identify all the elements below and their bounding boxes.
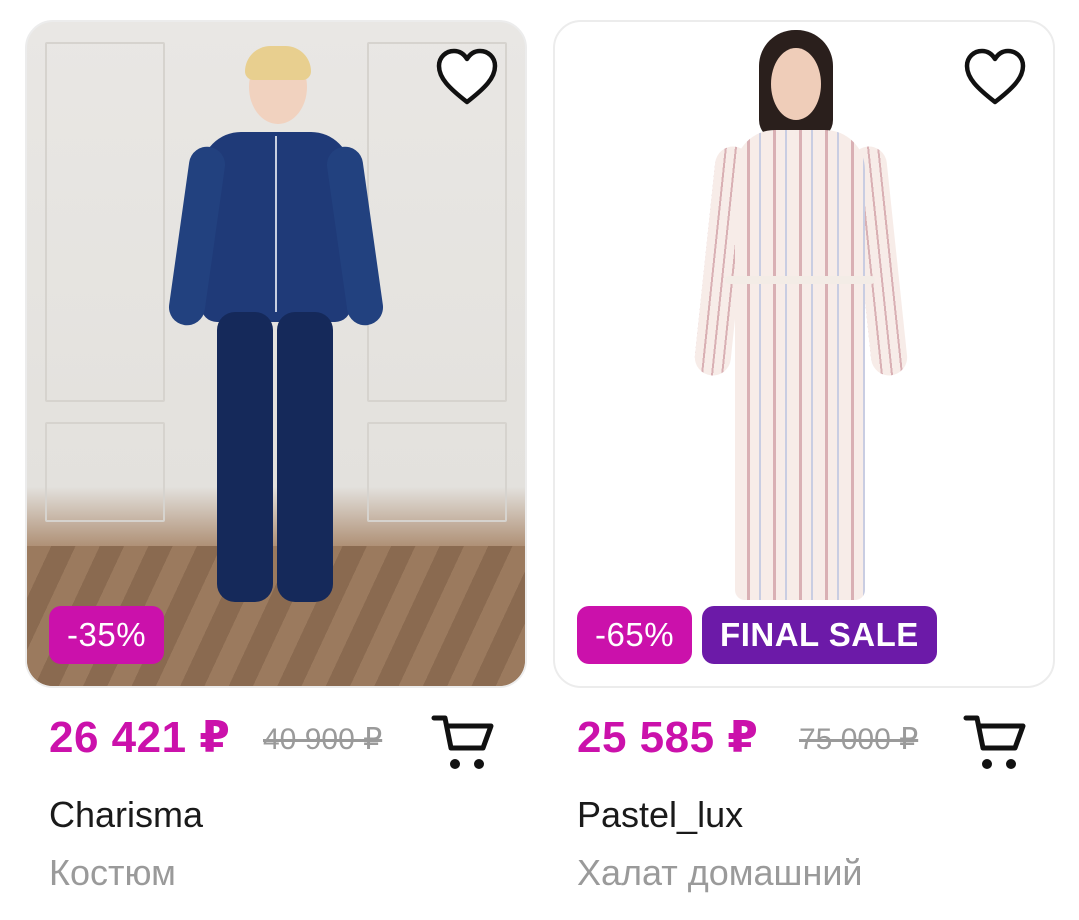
wall-panel: [45, 42, 165, 402]
product-image[interactable]: -65% FINAL SALE: [553, 20, 1055, 688]
badge-row: -65% FINAL SALE: [577, 606, 937, 664]
current-price: 26 421 ₽: [49, 713, 231, 762]
cart-icon[interactable]: [431, 712, 497, 774]
brand-name: Charisma: [49, 794, 204, 835]
product-grid: -35% 26 421 ₽ 40 900 ₽ Charisma Костюм -…: [0, 0, 1079, 920]
final-sale-badge: FINAL SALE: [702, 606, 937, 664]
product-name: Халат домашний: [577, 852, 863, 893]
wall-panel: [367, 422, 507, 522]
badge-row: -35%: [49, 606, 165, 664]
old-price: 40 900 ₽: [263, 723, 383, 756]
favorite-heart-icon[interactable]: [435, 48, 499, 106]
price-row: 25 585 ₽ 75 000 ₽: [553, 712, 1055, 792]
product-name: Костюм: [49, 852, 176, 893]
brand-name: Pastel_lux: [577, 794, 744, 835]
old-price: 75 000 ₽: [799, 723, 919, 756]
discount-badge: -35%: [49, 606, 165, 664]
model-figure: [166, 46, 386, 666]
cart-icon[interactable]: [963, 712, 1029, 774]
wall-panel: [45, 422, 165, 522]
discount-badge: -65%: [577, 606, 693, 664]
price-row: 26 421 ₽ 40 900 ₽: [25, 712, 527, 792]
product-card[interactable]: -35% 26 421 ₽ 40 900 ₽ Charisma Костюм: [25, 20, 527, 894]
product-image[interactable]: -35%: [25, 20, 527, 688]
current-price: 25 585 ₽: [577, 713, 759, 762]
favorite-heart-icon[interactable]: [963, 48, 1027, 106]
model-figure: [685, 26, 925, 686]
product-card[interactable]: -65% FINAL SALE 25 585 ₽ 75 000 ₽ Pastel…: [553, 20, 1055, 894]
